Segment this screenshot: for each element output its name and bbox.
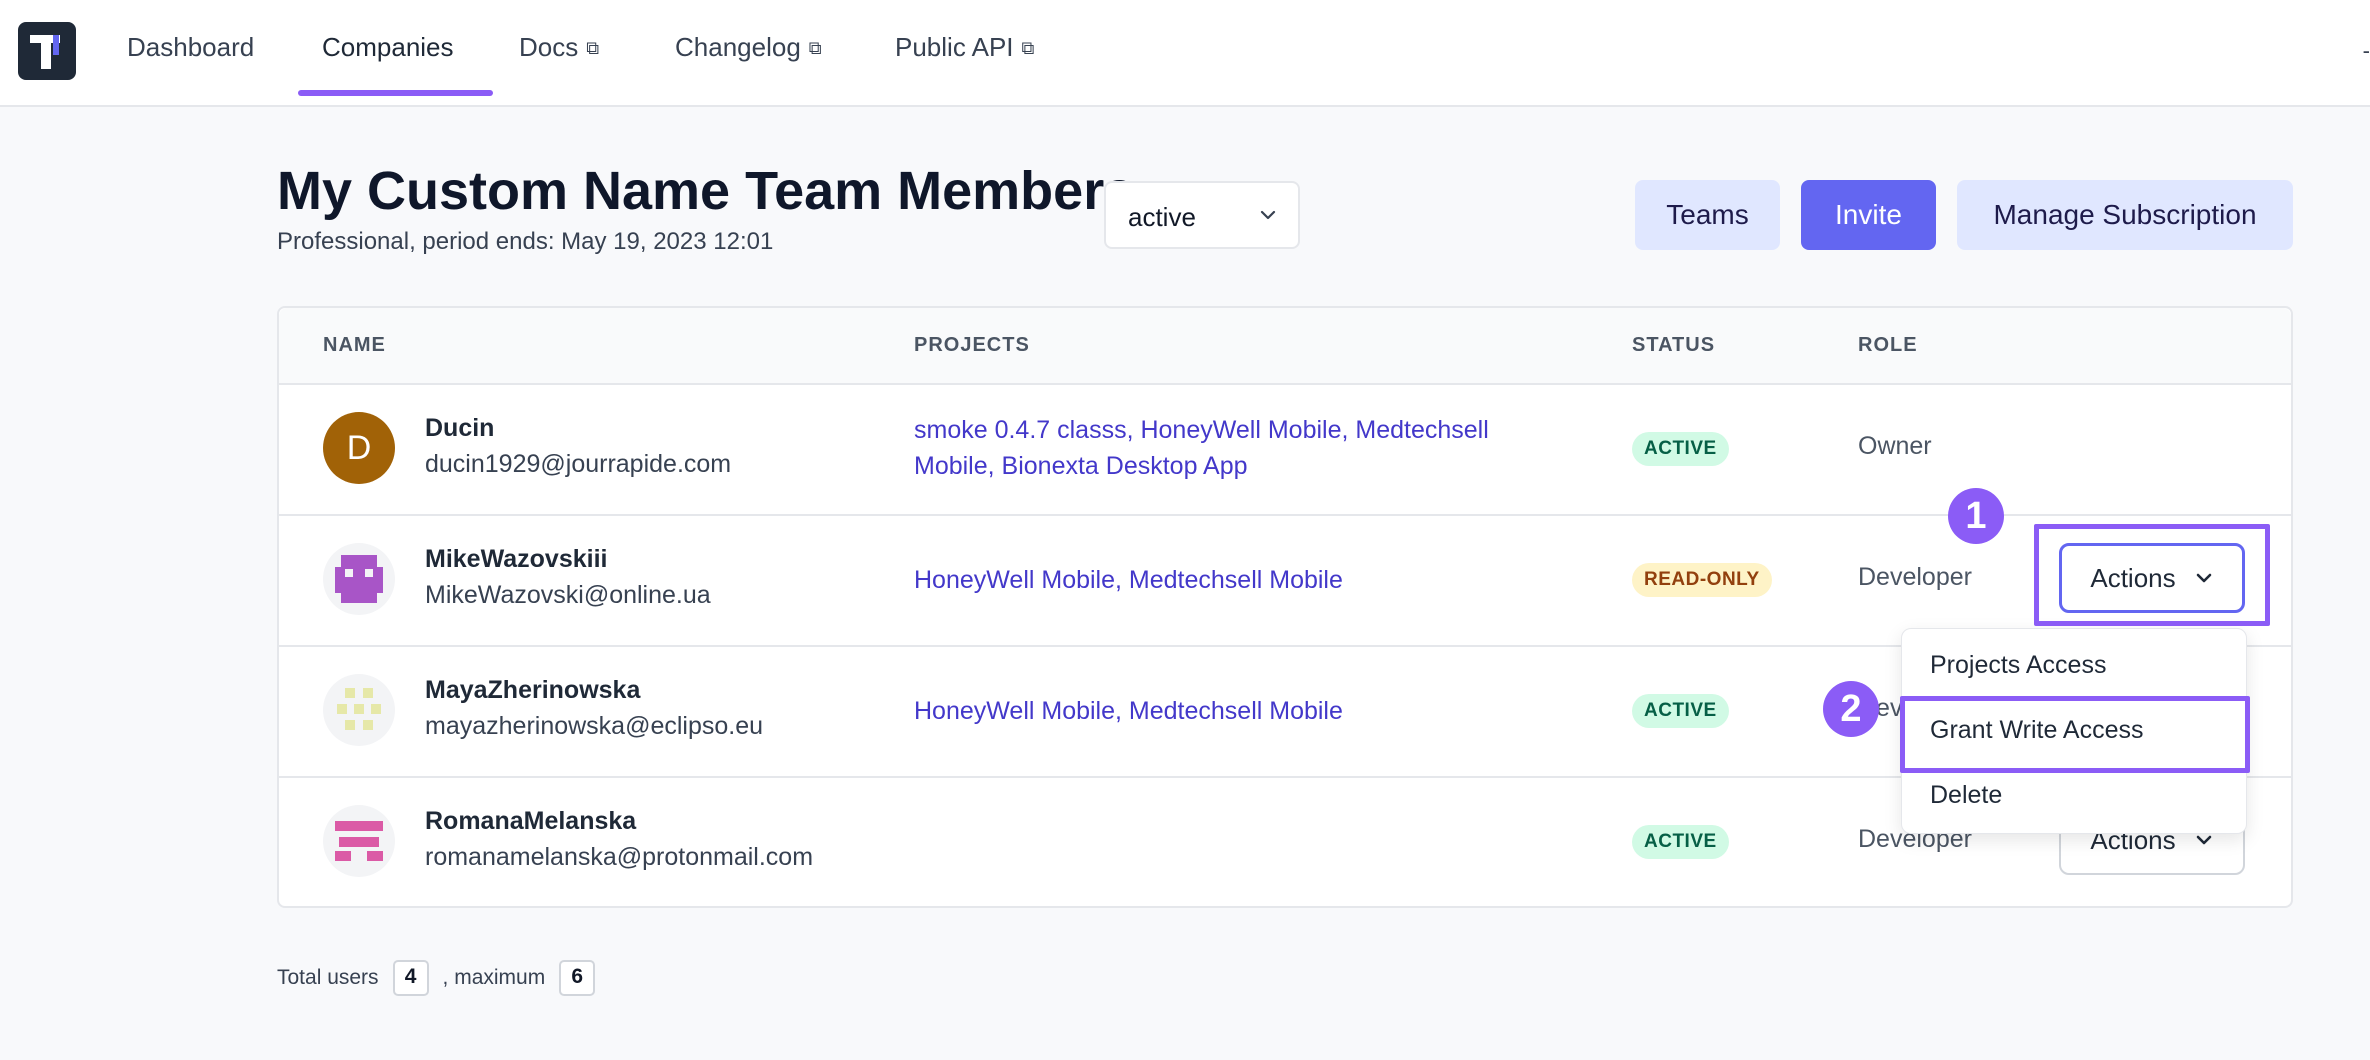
member-projects[interactable]: HoneyWell Mobile, Medtechsell Mobile (914, 562, 1534, 598)
member-name: MikeWazovskiii (425, 545, 608, 573)
member-projects[interactable]: smoke 0.4.7 classs, HoneyWell Mobile, Me… (914, 412, 1534, 484)
status-badge: ACTIVE (1632, 825, 1729, 859)
member-name: MayaZherinowska (425, 676, 641, 704)
avatar (323, 543, 395, 615)
manage-subscription-button[interactable]: Manage Subscription (1957, 180, 2293, 250)
external-link-icon: ⧉ (586, 38, 600, 58)
subscription-period: Professional, period ends: May 19, 2023 … (277, 228, 774, 255)
member-role: Owner (1858, 432, 1932, 460)
external-link-icon: ⧉ (808, 38, 822, 58)
teams-button[interactable]: Teams (1635, 180, 1780, 250)
total-users-count: 4 (392, 960, 429, 996)
member-email: mayazherinowska@eclipso.eu (425, 712, 764, 740)
status-badge: ACTIVE (1632, 432, 1729, 466)
status-filter-value: active (1128, 202, 1196, 232)
highlight-actions-button (2034, 524, 2270, 626)
member-role: Developer (1858, 563, 1972, 591)
external-link-icon: ⧉ (1021, 38, 1035, 58)
step-marker-1: 1 (1948, 488, 2004, 544)
invite-button[interactable]: Invite (1801, 180, 1936, 250)
chevron-down-icon (1260, 210, 1276, 220)
member-email: romanamelanska@protonmail.com (425, 843, 814, 871)
column-header-projects: PROJECTS (914, 334, 1030, 356)
status-badge: READ-ONLY (1632, 563, 1772, 597)
nav-public-api[interactable]: Public API ⧉ (895, 32, 1034, 63)
status-badge: ACTIVE (1632, 694, 1729, 728)
status-filter-select[interactable]: active (1104, 181, 1300, 249)
maximum-users-count: 6 (559, 960, 596, 996)
top-navigation: Dashboard Companies Docs ⧉ Changelog ⧉ Pub… (0, 0, 2370, 107)
member-name: RomanaMelanska (425, 807, 637, 835)
member-email: ducin1929@jourrapide.com (425, 450, 732, 478)
user-count-footer: Total users 4 , maximum 6 (277, 960, 596, 996)
app-logo[interactable] (18, 22, 76, 80)
truncated-nav-edge: - (2362, 38, 2370, 63)
menu-item-projects-access[interactable]: Projects Access (1930, 651, 2106, 680)
member-name: Ducin (425, 414, 495, 442)
column-header-status: STATUS (1632, 334, 1716, 356)
active-tab-indicator (298, 90, 493, 96)
avatar (323, 674, 395, 746)
member-email: MikeWazovski@online.ua (425, 581, 711, 609)
column-header-role: ROLE (1858, 334, 1918, 356)
total-users-label: Total users (277, 966, 379, 989)
avatar (323, 805, 395, 877)
column-header-name: NAME (323, 334, 386, 356)
nav-changelog[interactable]: Changelog ⧉ (675, 32, 822, 63)
menu-item-delete[interactable]: Delete (1930, 781, 2002, 810)
table-header: NAME PROJECTS STATUS ROLE (279, 308, 2291, 385)
page-title: My Custom Name Team Members (277, 161, 1135, 221)
nav-docs[interactable]: Docs ⧉ (519, 32, 599, 63)
step-marker-2: 2 (1823, 681, 1879, 737)
member-projects[interactable]: HoneyWell Mobile, Medtechsell Mobile (914, 693, 1534, 729)
nav-companies[interactable]: Companies (322, 32, 454, 63)
maximum-label: , maximum (442, 966, 546, 989)
highlight-grant-write-access (1900, 696, 2250, 773)
avatar: D (323, 412, 395, 484)
nav-dashboard[interactable]: Dashboard (127, 32, 254, 63)
